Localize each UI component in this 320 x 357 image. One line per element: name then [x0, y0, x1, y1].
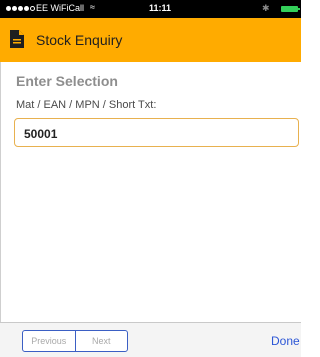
- previous-button[interactable]: Previous: [23, 331, 75, 351]
- bluetooth-icon: ✱: [262, 3, 270, 13]
- wifi-icon: ≈: [90, 2, 95, 12]
- document-icon: [10, 30, 24, 48]
- battery-icon: [281, 6, 300, 12]
- page-title: Stock Enquiry: [36, 32, 123, 48]
- next-button[interactable]: Next: [74, 331, 128, 351]
- app-header: Stock Enquiry: [0, 18, 301, 62]
- done-button[interactable]: Done: [271, 334, 300, 348]
- status-time: 11:11: [148, 3, 172, 13]
- status-bar: EE WiFiCall ≈ 11:11 ✱: [0, 0, 301, 18]
- carrier-name: EE WiFiCall: [36, 3, 85, 13]
- signal-dots-icon: [6, 6, 35, 11]
- material-search-value: 50001: [24, 127, 58, 141]
- prev-next-control: Previous Next: [22, 330, 128, 352]
- field-label: Mat / EAN / MPN / Short Txt:: [16, 99, 157, 111]
- section-title: Enter Selection: [16, 73, 118, 89]
